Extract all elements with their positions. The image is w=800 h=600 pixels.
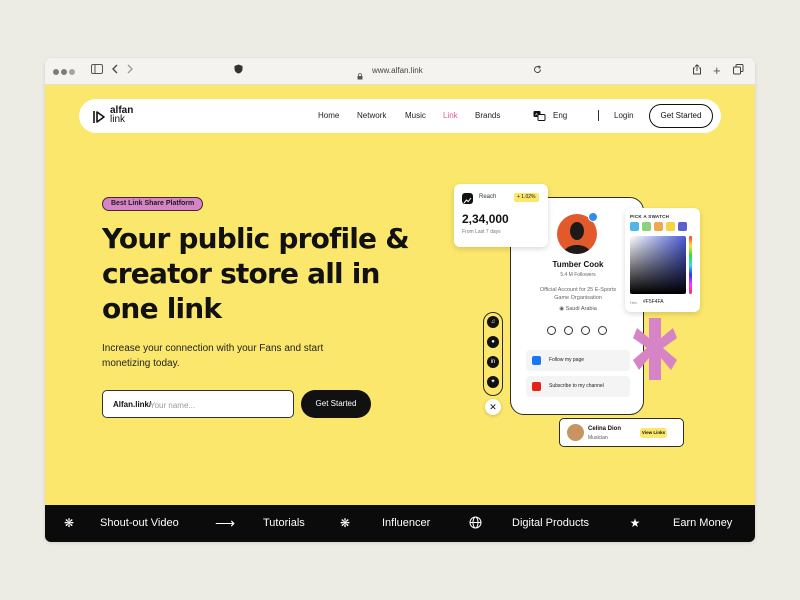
hero-badge: Best Link Share Platform [102, 197, 204, 211]
forward-arrow-icon[interactable] [126, 64, 134, 78]
profile-link-label: Subscribe to my channel [549, 383, 604, 389]
hero-get-started-button[interactable]: Get Started [301, 390, 371, 418]
tabs-icon[interactable] [733, 64, 744, 79]
window-dot-icon[interactable] [69, 69, 75, 75]
back-arrow-icon[interactable] [111, 64, 119, 78]
reach-period: From Last 7 days [462, 229, 501, 235]
star-icon: ★ [629, 516, 641, 530]
side-social-bar: ♫ ● in ✦ [483, 312, 503, 396]
reload-icon[interactable] [533, 64, 542, 78]
window-dot-icon[interactable] [61, 69, 67, 75]
input-prefix: Alfan.link/ [113, 400, 152, 409]
profile-link-label: Follow my page [549, 357, 585, 363]
sparkle-icon: ❋ [339, 516, 351, 530]
nav-brands[interactable]: Brands [475, 111, 500, 121]
browser-toolbar: www.alfan.link + [45, 58, 755, 85]
svg-text:A: A [535, 112, 538, 117]
snapchat-icon[interactable]: ● [487, 336, 499, 348]
nav-home[interactable]: Home [318, 111, 339, 121]
hex-label: Hex [630, 300, 638, 305]
reach-stat-card: Reach + 1.02% 2,34,000 From Last 7 days [454, 184, 548, 247]
profile-bio: Official Account for 25 E-Sports Game Or… [539, 287, 617, 301]
profile-link-item[interactable]: Follow my page [526, 350, 630, 371]
linkedin-icon[interactable]: in [487, 356, 499, 368]
hero-headline: Your public profile & creator store all … [102, 222, 410, 325]
nav-music[interactable]: Music [405, 111, 426, 121]
sparkle-icon: ❋ [63, 516, 75, 530]
social-icon[interactable] [598, 326, 607, 335]
landing-page: alfan link Home Network Music Link Brand… [45, 85, 755, 542]
sidebar-toggle-icon[interactable] [91, 64, 103, 78]
close-icon[interactable]: ✕ [485, 399, 501, 415]
social-icon[interactable] [547, 326, 556, 335]
top-navbar: alfan link Home Network Music Link Brand… [79, 99, 721, 133]
swatch-chip[interactable] [630, 222, 639, 231]
logo-line2: link [110, 114, 126, 125]
swatch-chip[interactable] [654, 222, 663, 231]
hero-subtext: Increase your connection with your Fans … [102, 343, 324, 369]
profile-social-icons [547, 326, 609, 336]
verified-icon [588, 212, 598, 222]
feature-ticker: ❋ Shout-out Video ⟶ Tutorials ❋ Influenc… [45, 505, 755, 542]
creator-name: Celina Dion [588, 426, 622, 432]
lock-icon [357, 67, 363, 80]
social-icon[interactable] [581, 326, 590, 335]
swatch-chip[interactable] [642, 222, 651, 231]
swatch-title: PICK A SWATCH [630, 214, 670, 219]
hue-slider[interactable] [689, 236, 692, 294]
reach-change-badge: + 1.02% [514, 193, 539, 202]
swatch-chip[interactable] [666, 222, 675, 231]
nav-link[interactable]: Link [443, 111, 458, 121]
youtube-icon [532, 382, 541, 391]
ticker-item: Digital Products [512, 517, 590, 529]
login-link[interactable]: Login [614, 111, 634, 121]
profile-location-text: Saudi Arabia [565, 306, 597, 312]
logo-text: alfan link [110, 106, 133, 125]
swatch-chip[interactable] [678, 222, 687, 231]
arrow-right-icon: ⟶ [215, 515, 236, 531]
logo-mark-icon [93, 111, 105, 123]
hex-value[interactable]: #F5F4FA [643, 299, 664, 305]
language-icon[interactable]: A [533, 109, 546, 121]
facebook-icon [532, 356, 541, 365]
link-name-field[interactable]: Alfan.link/ [102, 390, 294, 418]
share-icon[interactable] [692, 64, 702, 79]
color-swatch-picker: PICK A SWATCH Hex #F5F4FA [625, 208, 700, 312]
ticker-item: Influencer [382, 517, 431, 529]
creator-avatar [567, 424, 584, 441]
twitter-icon[interactable]: ✦ [487, 376, 499, 388]
window-dot-icon[interactable] [53, 69, 59, 75]
nav-divider [598, 110, 599, 121]
social-icon[interactable] [564, 326, 573, 335]
name-input[interactable] [150, 398, 285, 412]
ticker-item: Tutorials [263, 517, 305, 529]
decorative-star-icon [633, 318, 677, 380]
nav-get-started-button[interactable]: Get Started [649, 104, 713, 128]
new-tab-icon[interactable]: + [713, 64, 721, 78]
language-selector[interactable]: Eng [553, 111, 567, 121]
nav-network[interactable]: Network [357, 111, 386, 121]
profile-link-item[interactable]: Subscribe to my channel [526, 376, 630, 397]
trend-icon [462, 193, 473, 204]
color-gradient-area[interactable] [630, 236, 686, 294]
url-bar[interactable]: www.alfan.link [372, 65, 423, 77]
tiktok-icon[interactable]: ♫ [487, 316, 499, 328]
globe-icon [468, 516, 482, 530]
ticker-item: Earn Money [673, 517, 733, 529]
reach-label: Reach [479, 194, 497, 200]
ticker-item: Shout-out Video [100, 517, 179, 529]
view-links-button[interactable]: View Links [640, 428, 667, 438]
creator-card: Celina Dion Musician View Links [559, 418, 684, 447]
creator-role: Musician [588, 435, 608, 441]
browser-window: www.alfan.link + alfan link Home Network… [45, 58, 755, 542]
reach-value: 2,34,000 [462, 212, 509, 226]
shield-icon[interactable] [234, 64, 243, 78]
